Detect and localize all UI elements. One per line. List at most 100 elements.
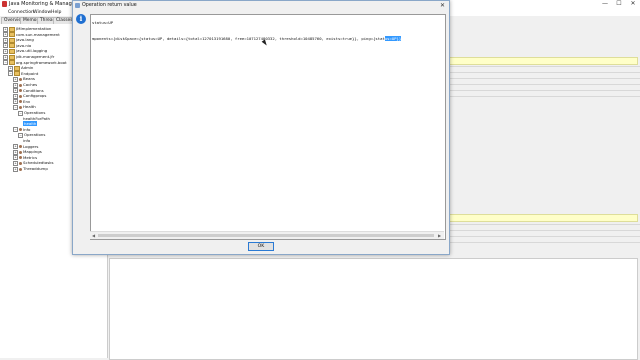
scroll-right-arrow-icon[interactable]: ▶: [438, 232, 441, 239]
tree-node-label: Conditions: [23, 87, 44, 93]
tree-node-label: Admin: [21, 65, 34, 71]
tree-node[interactable]: + Scheduledtasks: [13, 160, 54, 166]
bean-icon: [19, 77, 22, 81]
dialog-close-button[interactable]: ✕: [440, 2, 445, 10]
row-divider: [448, 224, 640, 225]
tree-node-label: Beans: [23, 76, 35, 82]
tree-node-label: Info: [23, 126, 31, 132]
row-divider: [448, 84, 640, 85]
row-divider: [448, 90, 640, 91]
tree-node[interactable]: − org.springframework.boot: [3, 59, 67, 66]
tree-node-label: Operations: [24, 132, 46, 138]
tree-node-label: Endpoint: [21, 70, 39, 76]
close-window-button[interactable]: ✕: [626, 0, 640, 8]
tree-node[interactable]: + Threaddump: [13, 166, 48, 172]
tree-node[interactable]: + java.nio: [3, 42, 32, 49]
tree-node[interactable]: − Operations: [18, 110, 46, 116]
bean-icon: [19, 161, 22, 165]
tree-node[interactable]: − Operations: [18, 132, 46, 138]
maximize-button[interactable]: ☐: [612, 0, 626, 8]
row-divider: [448, 96, 640, 97]
tree-node[interactable]: − Health: [13, 104, 36, 110]
tree-node[interactable]: − Endpoint: [8, 70, 39, 77]
operation-return-dialog: Operation return value ✕ i status=UP mpo…: [72, 0, 450, 255]
tree-node[interactable]: + Conditions: [13, 87, 44, 94]
menu-connection[interactable]: Connection: [8, 9, 34, 16]
tree-node-label: health: [23, 121, 38, 127]
tree-node[interactable]: − Info: [13, 126, 31, 133]
tree-node[interactable]: + com.sun.management: [3, 31, 60, 38]
tree-node-label: jdk.management.jfr: [16, 54, 55, 59]
row-divider: [448, 78, 640, 79]
tree-node-label: java.lang: [16, 37, 34, 43]
tree-node[interactable]: + Metrics: [13, 154, 38, 161]
tree-node-label: Loggers: [23, 143, 39, 149]
tree-node[interactable]: + JMImplementation: [3, 26, 52, 32]
highlight-row: [448, 57, 638, 65]
horizontal-scrollbar[interactable]: ◀ ▶: [90, 231, 444, 239]
bean-icon: [19, 167, 22, 171]
minimize-button[interactable]: —: [598, 0, 612, 8]
description-panel: [109, 258, 638, 360]
return-value-textarea[interactable]: status=UP mponents={diskSpace={status=UP…: [90, 14, 446, 240]
bean-icon: [19, 145, 22, 149]
tree-node-label: Operations: [24, 110, 46, 115]
scroll-left-arrow-icon[interactable]: ◀: [92, 232, 95, 239]
tree-node[interactable]: + java.lang: [3, 37, 34, 43]
bean-icon: [19, 100, 22, 104]
expand-icon[interactable]: +: [13, 166, 18, 172]
row-divider: [448, 66, 640, 67]
tree-node-label: java.nio: [16, 42, 32, 48]
bean-icon: [19, 94, 22, 98]
highlight-row: [448, 214, 638, 222]
tree-node-label: org.springframework.boot: [16, 59, 67, 65]
tree-node-label: Scheduledtasks: [23, 160, 54, 166]
tree-node-label: healthForPath: [23, 115, 50, 121]
tree-node[interactable]: + Beans: [13, 76, 35, 82]
menu-window[interactable]: Window: [33, 9, 51, 16]
tree-node[interactable]: healthForPath: [23, 116, 50, 121]
bean-icon: [19, 156, 22, 160]
tree-node[interactable]: + java.util.logging: [3, 48, 48, 54]
return-line-status: status=UP: [92, 20, 114, 25]
bean-icon: [19, 128, 22, 132]
dialog-title: Operation return value: [82, 3, 137, 8]
bean-icon: [19, 89, 22, 93]
ok-button[interactable]: OK: [248, 242, 274, 251]
tree-node[interactable]: info: [23, 138, 30, 143]
bean-icon: [19, 83, 22, 87]
tree-node-label: java.util.logging: [16, 48, 48, 54]
info-icon: i: [76, 14, 86, 24]
tree-node-label: Mappings: [23, 149, 42, 155]
tree-node-label: JMImplementation: [16, 26, 52, 31]
menu-help[interactable]: Help: [51, 9, 61, 16]
tree-node[interactable]: + Env: [13, 98, 31, 105]
tree-node[interactable]: + jdk.management.jfr: [3, 54, 55, 60]
tree-node[interactable]: + Mappings: [13, 149, 42, 155]
tree-node-label: Configprops: [23, 93, 47, 99]
tree-node-label: Health: [23, 104, 36, 110]
selected-text: us=UP}}: [384, 36, 402, 41]
return-line-components: mponents={diskSpace={status=UP, details=…: [92, 36, 402, 41]
return-text-plain: mponents={diskSpace={status=UP, details=…: [92, 36, 385, 41]
java-app-icon: [2, 1, 7, 7]
bean-icon: [19, 105, 22, 109]
tree-node-label: Caches: [23, 82, 38, 87]
row-divider: [448, 236, 640, 237]
row-divider: [448, 242, 640, 243]
tree-node-label: Metrics: [23, 154, 38, 160]
tree-node-label: Threaddump: [23, 166, 48, 171]
tree-node-label: Env: [23, 98, 31, 104]
dialog-app-icon: [75, 3, 80, 8]
row-divider: [448, 72, 640, 73]
tree-node[interactable]: + Loggers: [13, 143, 39, 150]
tree-node[interactable]: + Caches: [13, 82, 38, 88]
bean-icon: [19, 150, 22, 154]
tree-node-label: com.sun.management: [16, 31, 60, 37]
scrollbar-thumb[interactable]: [98, 234, 434, 237]
row-divider: [448, 230, 640, 231]
tree-node[interactable]: + Admin: [8, 65, 34, 71]
tree-node-label: info: [23, 138, 31, 143]
tree-node[interactable]: + Configprops: [13, 93, 47, 99]
tree-node[interactable]: health: [23, 121, 38, 127]
